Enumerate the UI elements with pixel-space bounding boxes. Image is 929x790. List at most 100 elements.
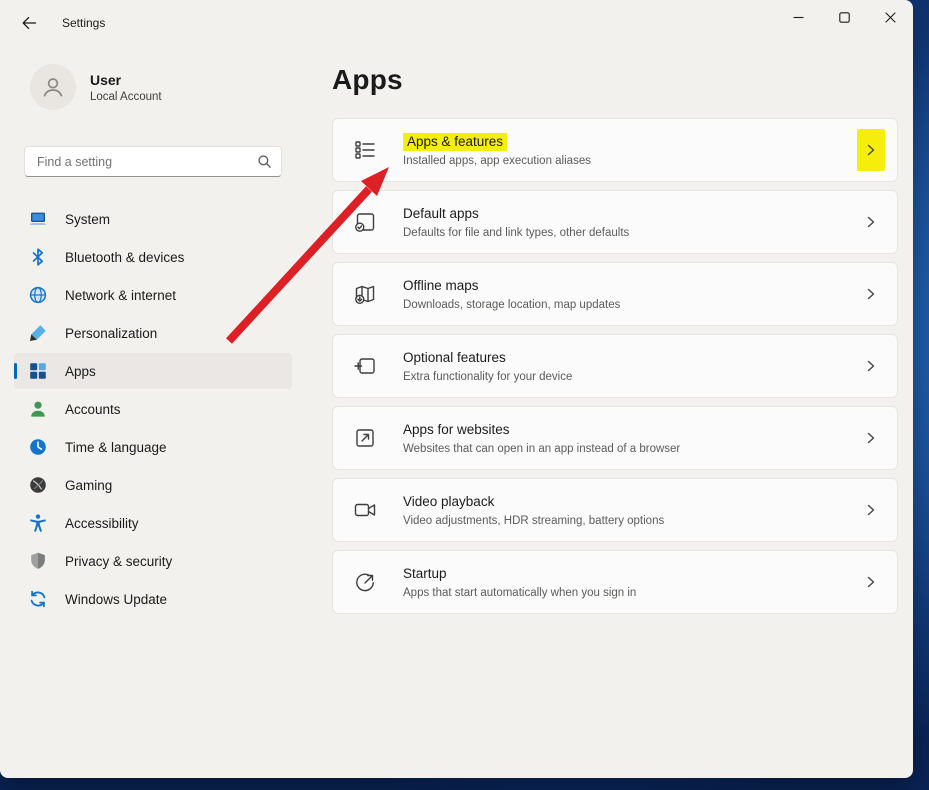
card-title: Startup [403,566,447,581]
settings-card-apps-features[interactable]: Apps & features Installed apps, app exec… [332,118,898,182]
default-apps-icon [353,210,377,234]
settings-card-list: Apps & features Installed apps, app exec… [332,118,898,614]
sidebar-item-time-language[interactable]: Time & language [14,429,292,465]
card-subtitle: Video adjustments, HDR streaming, batter… [403,515,857,527]
bluetooth-icon [28,247,48,267]
user-account-block[interactable]: User Local Account [0,46,306,126]
user-name: User [90,72,162,88]
desktop-background: Settings [0,0,929,790]
maximize-icon [839,12,850,23]
shield-icon [28,551,48,571]
chevron-right-icon [857,273,885,315]
minimize-button[interactable] [775,0,821,34]
maximize-button[interactable] [821,0,867,34]
chevron-right-icon [857,345,885,387]
card-text: Default apps Defaults for file and link … [403,205,857,239]
sidebar-item-apps[interactable]: Apps [14,353,292,389]
sidebar-item-label: Accessibility [65,516,139,531]
sidebar-item-label: Accounts [65,402,121,417]
sidebar-item-system[interactable]: System [14,201,292,237]
card-title: Video playback [403,494,494,509]
chevron-right-icon [857,417,885,459]
chevron-right-icon [857,129,885,171]
brush-icon [28,323,48,343]
card-text: Apps for websites Websites that can open… [403,421,857,455]
window-controls [775,0,913,34]
card-text: Offline maps Downloads, storage location… [403,277,857,311]
startup-icon [353,570,377,594]
chevron-right-icon [857,201,885,243]
settings-card-video-playback[interactable]: Video playback Video adjustments, HDR st… [332,478,898,542]
card-text: Startup Apps that start automatically wh… [403,565,857,599]
globe-icon [28,285,48,305]
sidebar-item-label: Personalization [65,326,157,341]
sidebar-nav: System Bluetooth & devices Network & int… [0,201,306,617]
minimize-icon [793,12,804,23]
card-text: Video playback Video adjustments, HDR st… [403,493,857,527]
back-arrow-icon [21,15,37,31]
card-subtitle: Downloads, storage location, map updates [403,299,857,311]
sidebar-item-label: Time & language [65,440,167,455]
card-title: Apps for websites [403,422,510,437]
sidebar-item-label: Bluetooth & devices [65,250,184,265]
settings-card-startup[interactable]: Startup Apps that start automatically wh… [332,550,898,614]
page-title: Apps [332,64,913,96]
settings-card-optional-features[interactable]: Optional features Extra functionality fo… [332,334,898,398]
sidebar-item-personalization[interactable]: Personalization [14,315,292,351]
sidebar-item-label: Apps [65,364,96,379]
avatar [30,64,76,110]
system-icon [28,209,48,229]
close-button[interactable] [867,0,913,34]
user-info: User Local Account [90,72,162,103]
apps-grid-icon [28,361,48,381]
sidebar-item-label: Network & internet [65,288,176,303]
offline-maps-icon [353,282,377,306]
settings-window: Settings [0,0,913,778]
sidebar-item-bluetooth-devices[interactable]: Bluetooth & devices [14,239,292,275]
optional-features-icon [353,354,377,378]
card-text: Optional features Extra functionality fo… [403,349,857,383]
sidebar-item-accounts[interactable]: Accounts [14,391,292,427]
card-subtitle: Apps that start automatically when you s… [403,587,857,599]
apps-features-icon [353,138,377,162]
chevron-right-icon [857,489,885,531]
card-subtitle: Defaults for file and link types, other … [403,227,857,239]
card-text: Apps & features Installed apps, app exec… [403,133,857,167]
user-avatar-icon [40,74,66,100]
user-account-type: Local Account [90,91,162,103]
back-button[interactable] [14,8,44,38]
accessibility-person-icon [28,513,48,533]
search-input[interactable] [24,146,282,177]
card-title: Offline maps [403,278,479,293]
refresh-arrows-icon [28,589,48,609]
sidebar-item-gaming[interactable]: Gaming [14,467,292,503]
card-subtitle: Websites that can open in an app instead… [403,443,857,455]
card-subtitle: Extra functionality for your device [403,371,857,383]
window-title: Settings [62,16,105,30]
search-box [24,146,282,177]
card-title: Apps & features [403,133,507,151]
card-title: Optional features [403,350,506,365]
search-icon [257,154,272,169]
sidebar-item-label: Windows Update [65,592,167,607]
sidebar-item-privacy-security[interactable]: Privacy & security [14,543,292,579]
chevron-right-icon [857,561,885,603]
person-icon [28,399,48,419]
xbox-icon [28,475,48,495]
apps-for-websites-icon [353,426,377,450]
title-bar: Settings [0,0,913,46]
sidebar-item-label: System [65,212,110,227]
clock-icon [28,437,48,457]
sidebar-item-network-internet[interactable]: Network & internet [14,277,292,313]
sidebar-item-windows-update[interactable]: Windows Update [14,581,292,617]
sidebar: User Local Account System [0,46,306,778]
settings-card-apps-for-websites[interactable]: Apps for websites Websites that can open… [332,406,898,470]
main-content: Apps Apps & features Installed apps, app… [332,46,913,778]
settings-card-default-apps[interactable]: Default apps Defaults for file and link … [332,190,898,254]
card-title: Default apps [403,206,479,221]
settings-card-offline-maps[interactable]: Offline maps Downloads, storage location… [332,262,898,326]
card-subtitle: Installed apps, app execution aliases [403,155,857,167]
video-playback-icon [353,498,377,522]
close-icon [885,12,896,23]
sidebar-item-accessibility[interactable]: Accessibility [14,505,292,541]
